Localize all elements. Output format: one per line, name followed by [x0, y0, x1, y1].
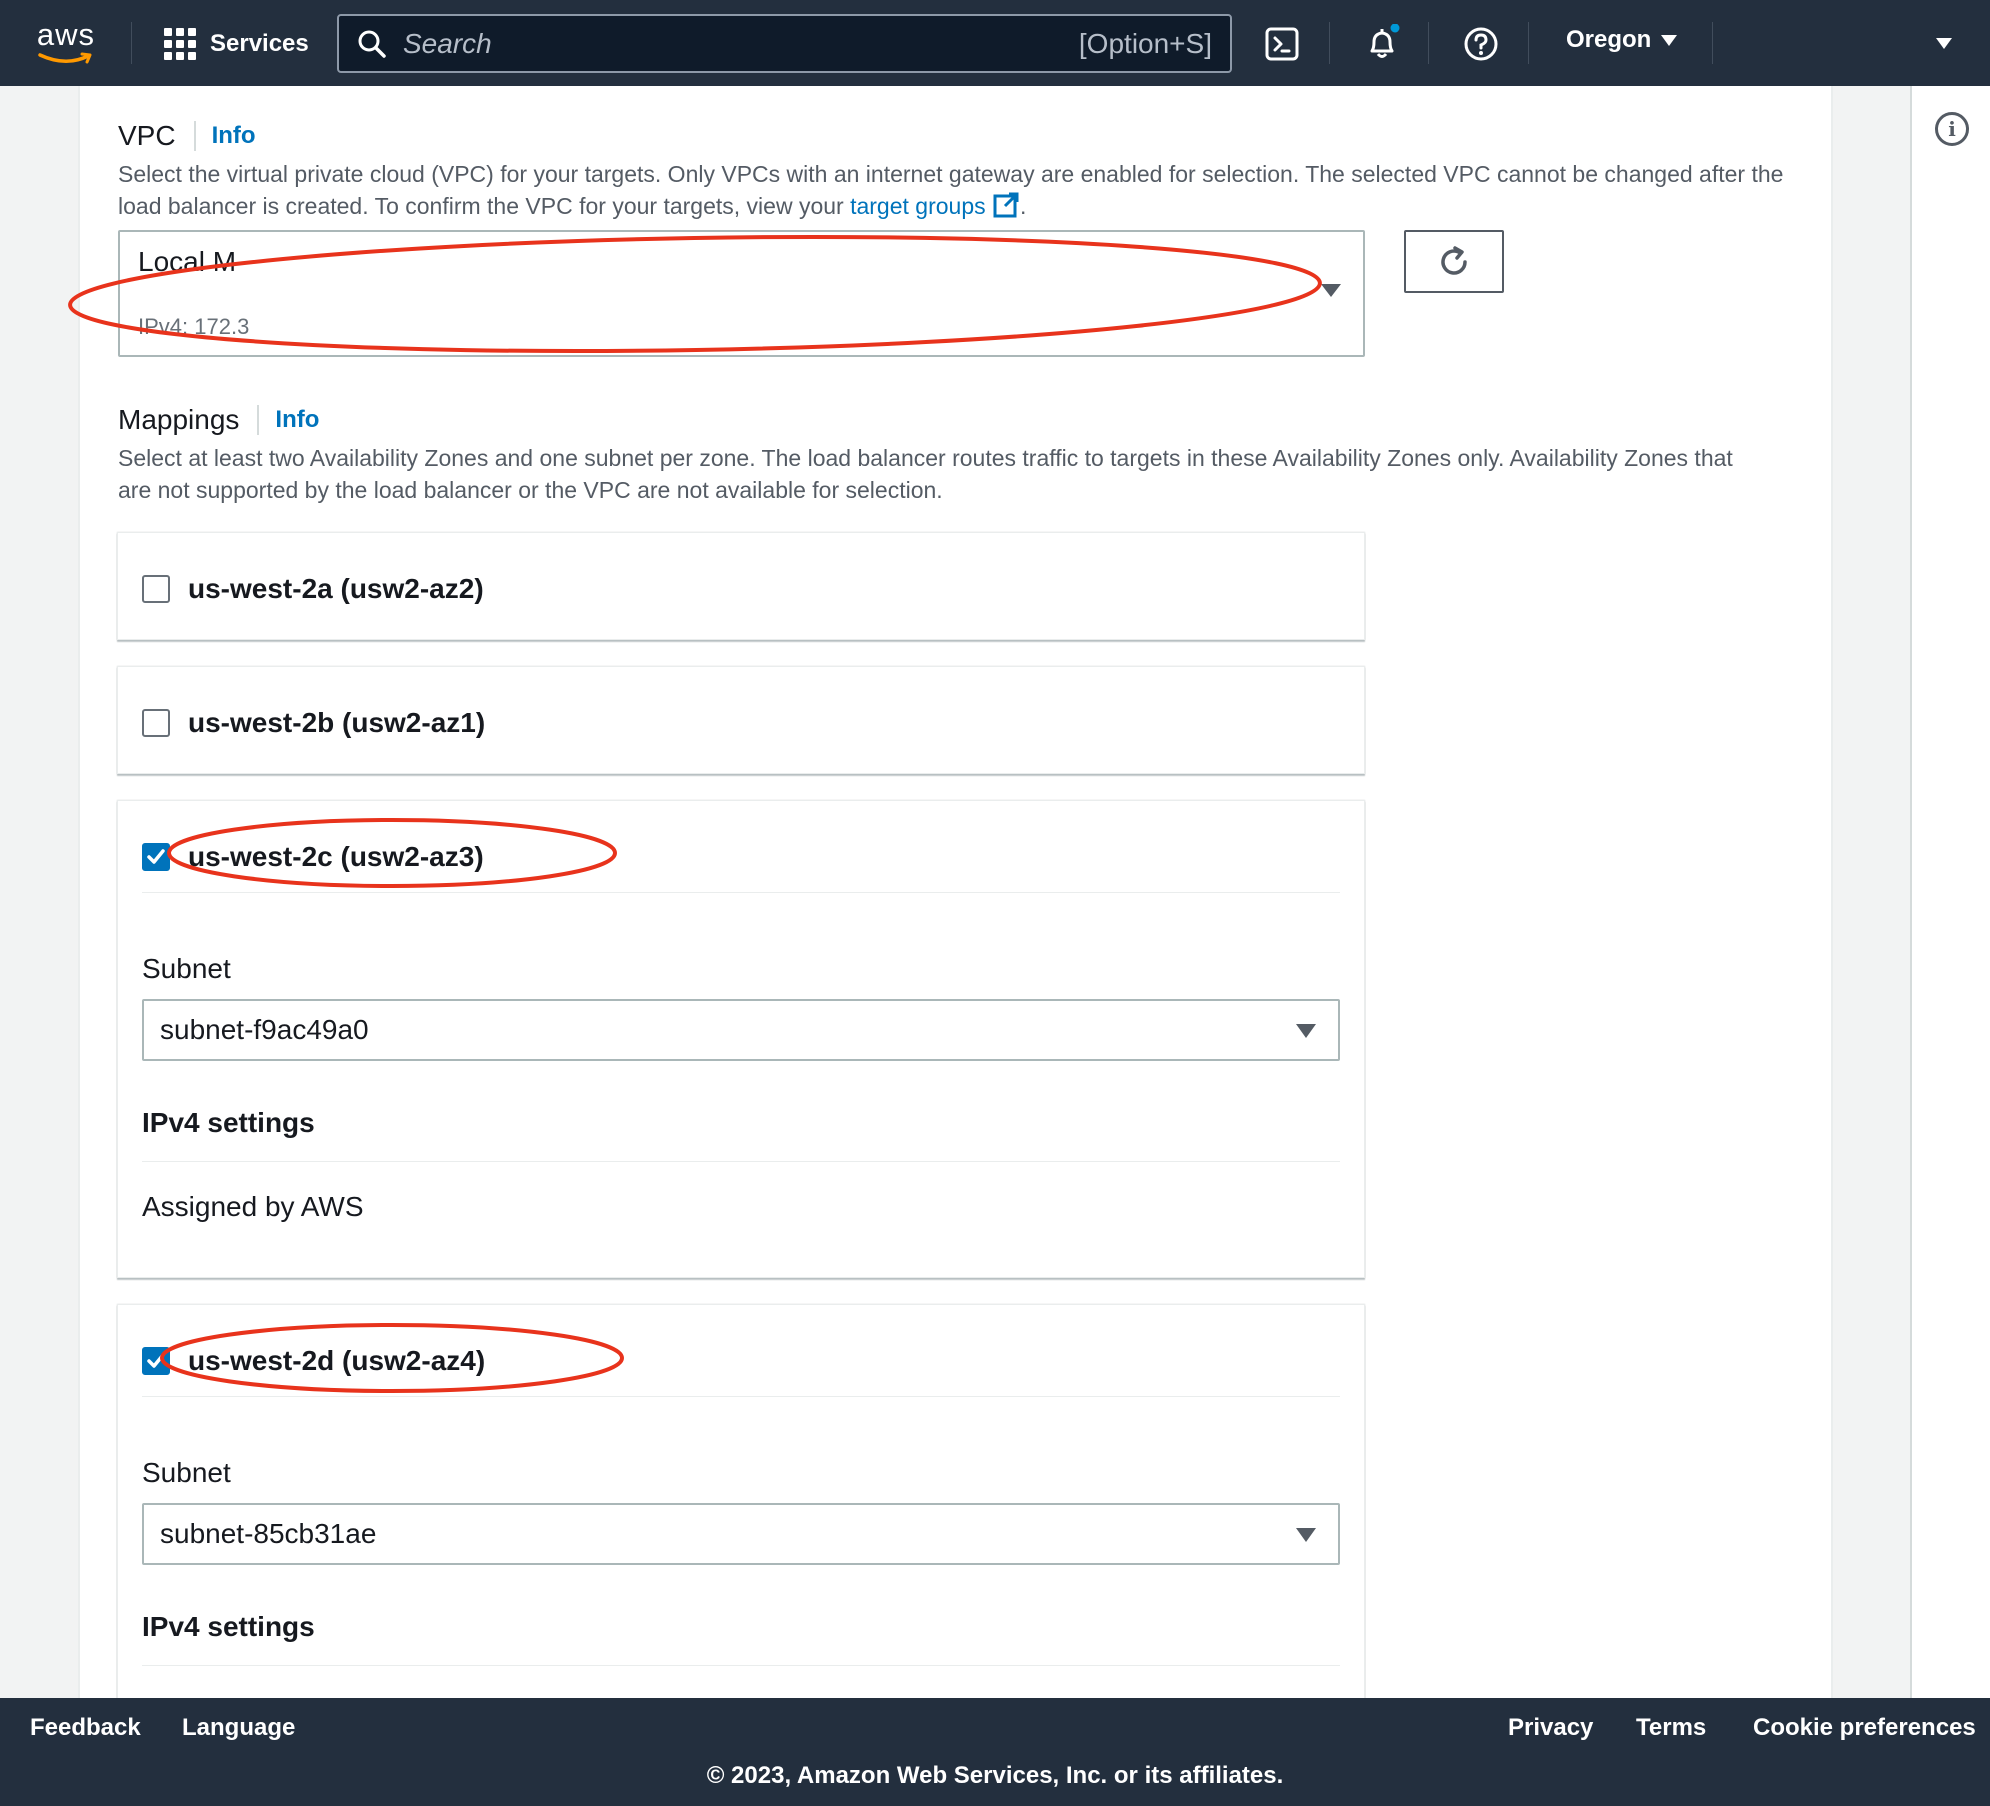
az-checkbox-us-west-2c[interactable]: us-west-2c (usw2-az3) [142, 841, 484, 873]
divider [142, 1161, 1340, 1162]
info-panel-icon[interactable]: i [1935, 112, 1969, 146]
mappings-info-link[interactable]: Info [275, 406, 319, 434]
nav-divider [1528, 22, 1529, 64]
subnet-value: subnet-85cb31ae [160, 1518, 377, 1549]
bell-icon [1370, 24, 1400, 58]
az-checkbox-us-west-2b[interactable]: us-west-2b (usw2-az1) [142, 707, 485, 739]
region-label: Oregon [1566, 26, 1652, 53]
caret-down-icon [1321, 284, 1341, 297]
region-selector[interactable]: Oregon [1566, 26, 1678, 54]
subnet-label: Subnet [142, 953, 231, 984]
account-menu-caret-icon[interactable] [1936, 38, 1952, 49]
aws-logo[interactable]: aws [30, 18, 102, 68]
az-card-us-west-2d: us-west-2d (usw2-az4) Subnet subnet-85cb… [117, 1304, 1365, 1724]
nav-divider [131, 22, 132, 64]
subnet-select[interactable]: subnet-f9ac49a0 [142, 999, 1340, 1061]
nav-divider [1329, 22, 1330, 64]
caret-down-icon [1661, 34, 1678, 46]
vpc-selected-detail: IPv4: 172.3 [138, 314, 250, 339]
divider [142, 1396, 1340, 1397]
copyright-text: © 2023, Amazon Web Services, Inc. or its… [706, 1762, 1284, 1789]
services-label: Services [210, 30, 309, 57]
footer: Feedback Language Privacy Terms Cookie p… [0, 1698, 1990, 1806]
language-link[interactable]: Language [182, 1714, 295, 1742]
cloudshell-icon [1265, 27, 1299, 61]
help-panel-rail: i [1910, 86, 1990, 1698]
az-card-us-west-2b: us-west-2b (usw2-az1) [117, 666, 1365, 774]
vpc-select[interactable]: Local M IPv4: 172.3 [118, 230, 1365, 357]
terms-link[interactable]: Terms [1636, 1714, 1706, 1742]
caret-down-icon [1296, 1528, 1316, 1542]
help-button[interactable] [1461, 24, 1501, 64]
target-groups-link[interactable]: target groups [850, 192, 1020, 219]
label-separator [257, 405, 260, 435]
mappings-label: Mappings [118, 404, 240, 435]
vpc-description: Select the virtual private cloud (VPC) f… [118, 161, 1784, 219]
checkbox-checked[interactable] [142, 1347, 170, 1375]
refresh-vpc-button[interactable] [1404, 230, 1504, 293]
services-menu-button[interactable]: Services [164, 24, 309, 64]
check-icon [147, 1353, 165, 1368]
subnet-select[interactable]: subnet-85cb31ae [142, 1503, 1340, 1565]
search-input[interactable] [403, 27, 1079, 60]
az-card-us-west-2a: us-west-2a (usw2-az2) [117, 532, 1365, 640]
ipv4-settings-title: IPv4 settings [142, 1611, 315, 1642]
help-icon [1464, 27, 1498, 61]
subnet-label: Subnet [142, 1457, 231, 1488]
vpc-label-row: VPC Info [118, 120, 256, 152]
checkbox[interactable] [142, 709, 170, 737]
mappings-label-row: Mappings Info [118, 404, 319, 436]
az-name: us-west-2d (usw2-az4) [188, 1345, 486, 1376]
notifications-button[interactable] [1362, 24, 1402, 64]
az-checkbox-us-west-2d[interactable]: us-west-2d (usw2-az4) [142, 1345, 485, 1377]
top-navigation: aws Services [Option+S] [0, 0, 1990, 86]
checkbox-checked[interactable] [142, 843, 170, 871]
mappings-description: Select at least two Availability Zones a… [118, 445, 1733, 503]
label-separator [193, 121, 196, 151]
az-name: us-west-2c (usw2-az3) [188, 841, 484, 872]
aws-logo-text: aws [36, 17, 96, 52]
subnet-value: subnet-f9ac49a0 [160, 1014, 369, 1045]
check-icon [147, 849, 165, 864]
cookie-preferences-link[interactable]: Cookie preferences [1753, 1714, 1976, 1742]
services-grid-icon [164, 28, 196, 60]
nav-divider [1712, 22, 1713, 64]
feedback-link[interactable]: Feedback [30, 1714, 141, 1742]
caret-down-icon [1296, 1024, 1316, 1038]
notification-dot [1390, 24, 1400, 33]
checkbox[interactable] [142, 575, 170, 603]
ipv4-settings-title: IPv4 settings [142, 1107, 315, 1138]
vpc-label: VPC [118, 120, 176, 151]
external-link-icon [993, 192, 1019, 218]
cloudshell-button[interactable] [1262, 24, 1302, 64]
search-shortcut-hint: [Option+S] [1078, 27, 1212, 59]
az-card-us-west-2c: us-west-2c (usw2-az3) Subnet subnet-f9ac… [117, 800, 1365, 1278]
az-checkbox-us-west-2a[interactable]: us-west-2a (usw2-az2) [142, 573, 484, 605]
vpc-selected-name: Local M [138, 246, 237, 277]
aws-smile-icon [38, 52, 92, 64]
az-name: us-west-2b (usw2-az1) [188, 707, 486, 738]
az-name: us-west-2a (usw2-az2) [188, 573, 484, 604]
divider [142, 1665, 1340, 1666]
search-bar[interactable]: [Option+S] [337, 14, 1232, 73]
ipv4-assignment-value: Assigned by AWS [142, 1191, 364, 1222]
divider [142, 892, 1340, 893]
nav-divider [1428, 22, 1429, 64]
search-icon [358, 30, 386, 58]
vpc-info-link[interactable]: Info [212, 122, 256, 150]
privacy-link[interactable]: Privacy [1508, 1714, 1593, 1742]
refresh-icon [1441, 245, 1467, 275]
